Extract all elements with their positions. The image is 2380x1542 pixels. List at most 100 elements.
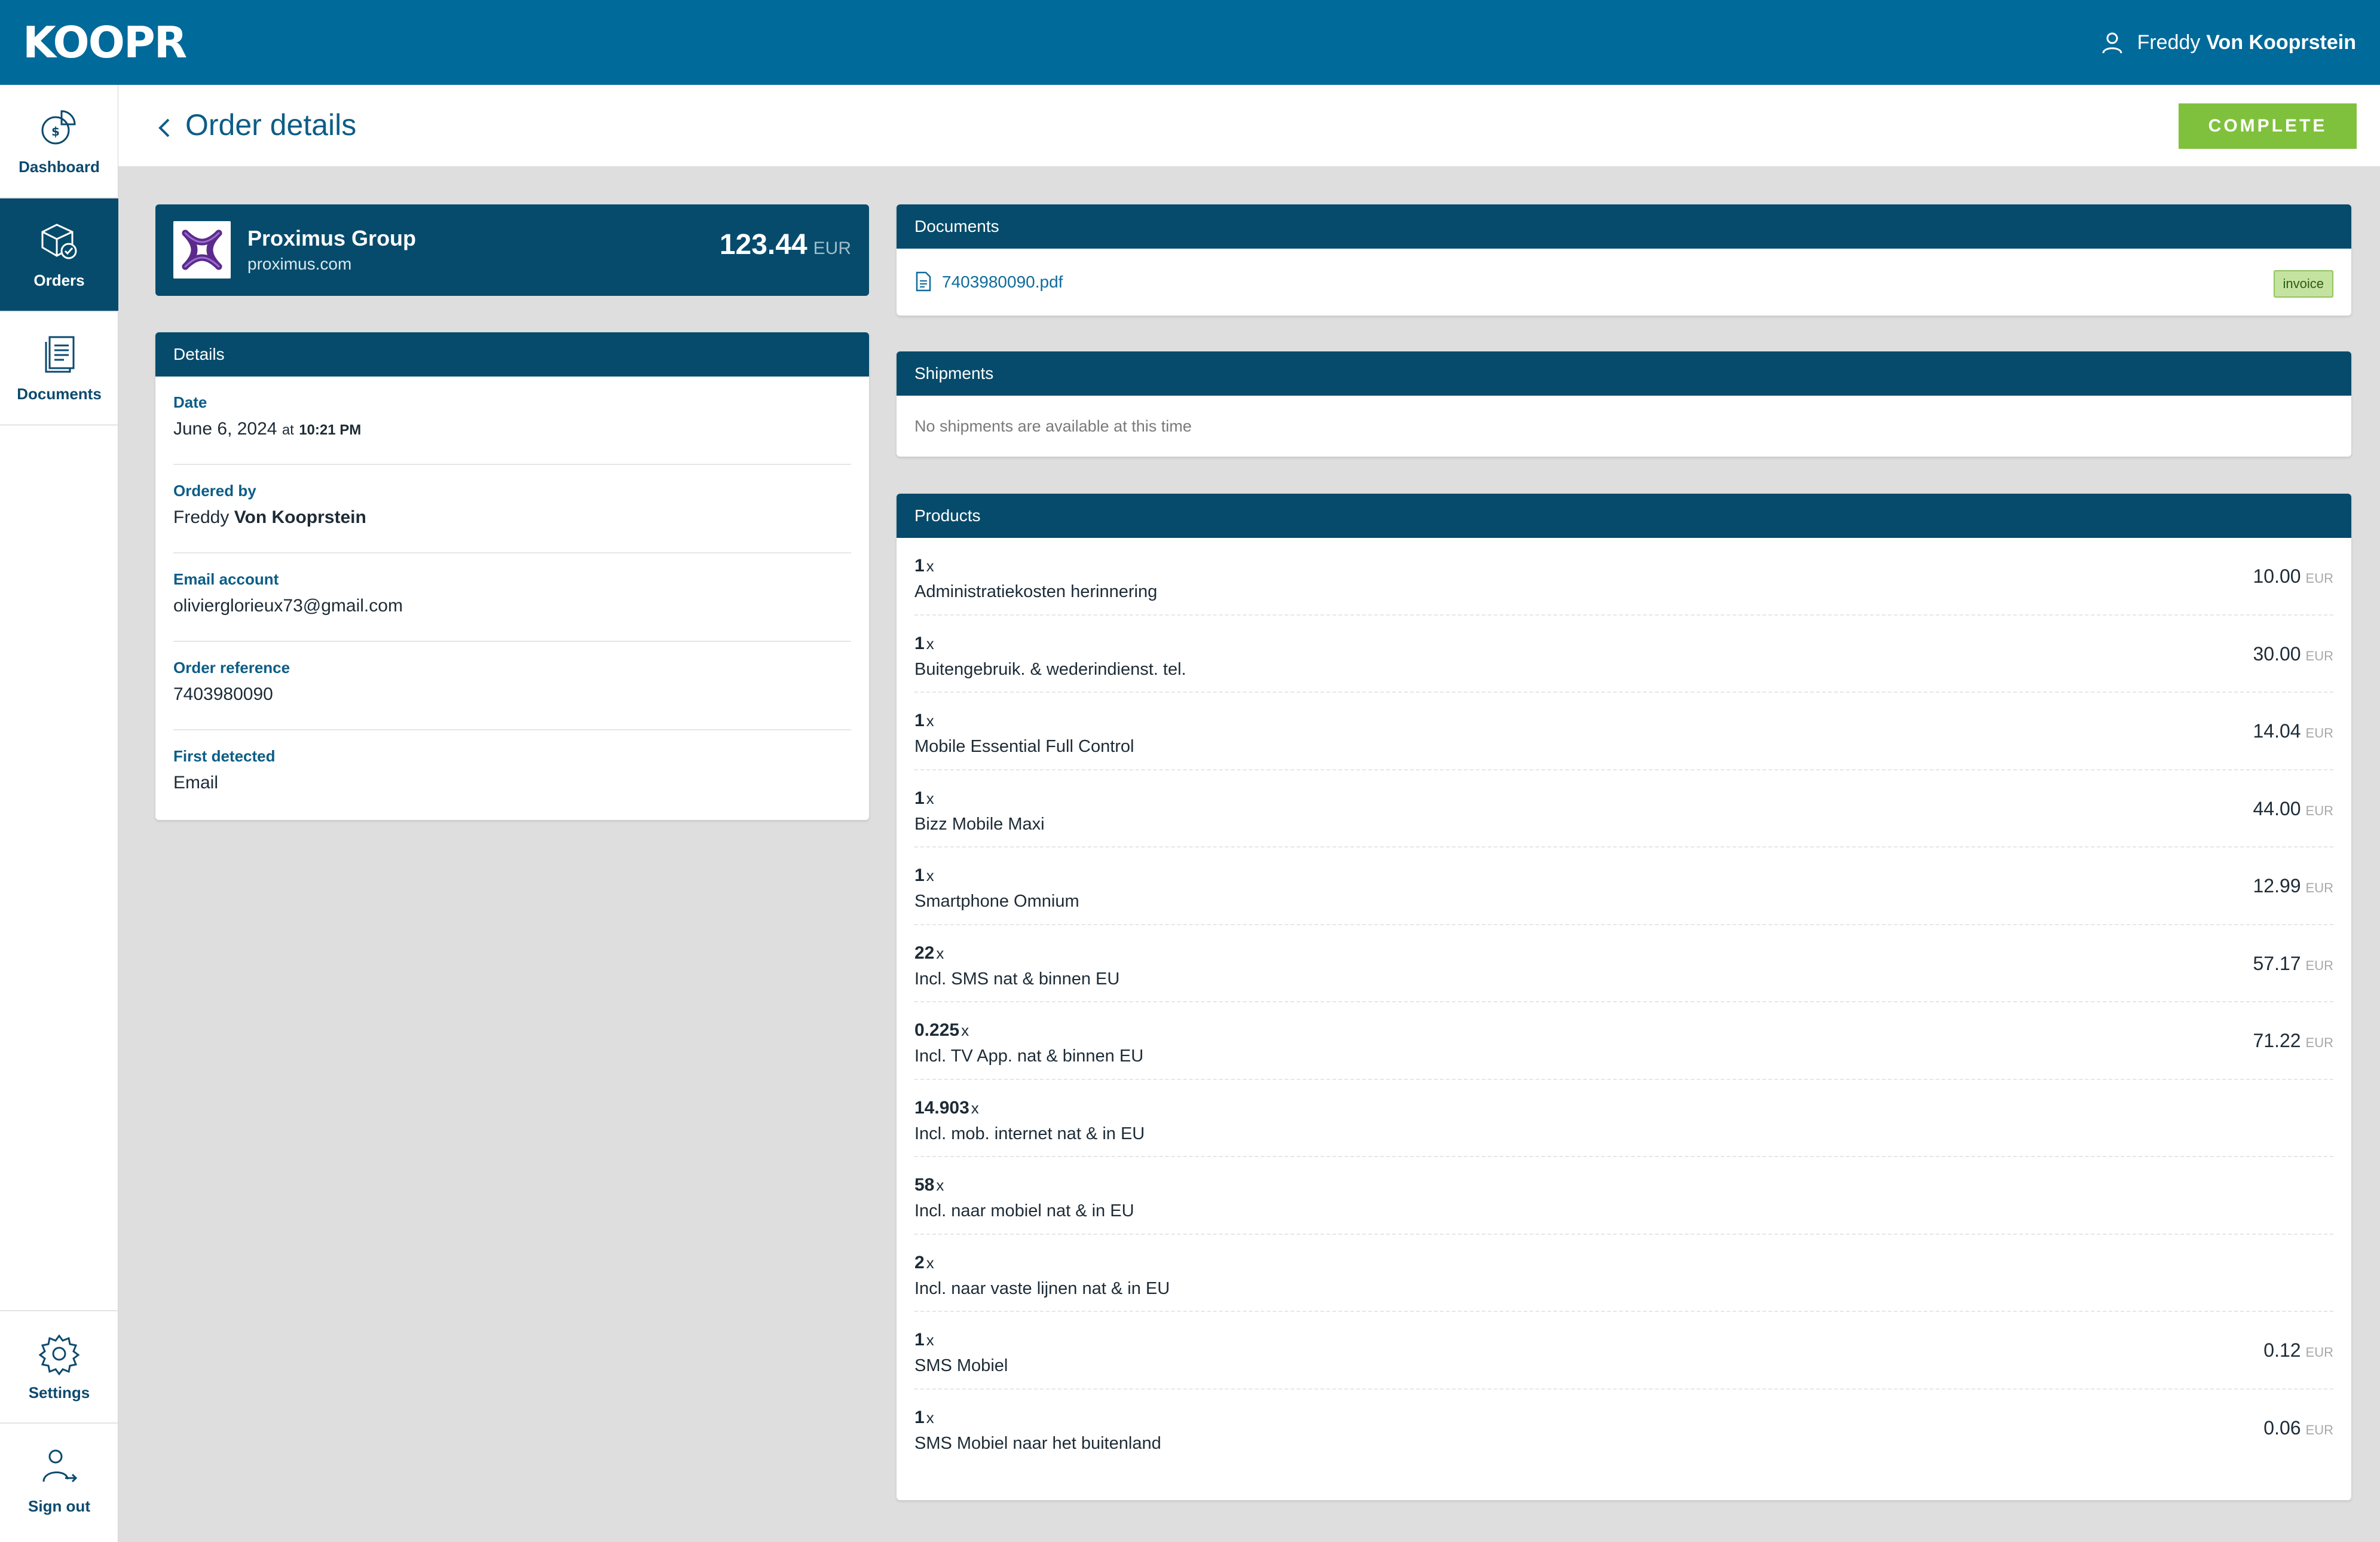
product-price: 12.99 EUR xyxy=(2253,875,2333,897)
user-first-name: Freddy xyxy=(2137,30,2201,54)
merchant-logo xyxy=(173,221,231,279)
qty-suffix: x xyxy=(936,1176,944,1194)
product-quantity: 2x xyxy=(914,1253,934,1273)
app-logo[interactable]: KOOPR xyxy=(23,17,187,68)
price-value: 30.00 xyxy=(2253,642,2301,665)
product-row: 22 x Incl. SMS nat & binnen EU 57.17 EUR xyxy=(914,925,2333,1002)
qty-value: 58 xyxy=(914,1175,935,1195)
sidebar-item-label: Orders xyxy=(33,271,85,289)
qty-value: 1 xyxy=(914,633,925,653)
price-currency: EUR xyxy=(2305,726,2333,741)
product-price: 14.04 EUR xyxy=(2253,720,2333,742)
product-row: 1x SMS Mobiel naar het buitenland 0.06 EU… xyxy=(914,1390,2333,1467)
shipments-card: Shipments No shipments are available at … xyxy=(897,351,2351,457)
product-row: 1x SMS Mobiel 0.12 EUR xyxy=(914,1312,2333,1390)
qty-suffix: x xyxy=(961,1021,969,1039)
product-name: SMS Mobiel naar het buitenland xyxy=(914,1433,1161,1453)
product-name: Incl. mob. internet nat & in EU xyxy=(914,1124,1145,1143)
order-reference-field: Order reference 7403980090 xyxy=(173,642,851,730)
price-currency: EUR xyxy=(2305,803,2333,818)
ordered-by-first: Freddy xyxy=(173,507,230,527)
product-quantity: 1x xyxy=(914,1408,934,1428)
documents-title: Documents xyxy=(897,204,2351,249)
price-currency: EUR xyxy=(2305,1345,2333,1360)
sidebar-item-dashboard[interactable]: $ Dashboard xyxy=(0,85,118,198)
merchant-domain[interactable]: proximus.com xyxy=(247,255,351,274)
qty-value: 0.225 xyxy=(914,1020,960,1040)
dashboard-icon: $ xyxy=(41,109,76,144)
user-menu[interactable]: Freddy Von Kooprstein xyxy=(2100,30,2356,54)
qty-value: 14.903 xyxy=(914,1097,969,1118)
product-quantity: 0.225 x xyxy=(914,1020,969,1041)
product-quantity: 1x xyxy=(914,865,934,886)
qty-suffix: x xyxy=(926,634,934,653)
product-name: Bizz Mobile Maxi xyxy=(914,814,1045,834)
qty-value: 1 xyxy=(914,865,925,885)
details-card: Details Date June 6, 2024 at 10:21 PM Or… xyxy=(155,332,869,820)
price-value: 10.00 xyxy=(2253,565,2301,587)
document-link[interactable]: 7403980090.pdf xyxy=(942,273,1063,292)
product-price: 57.17 EUR xyxy=(2253,953,2333,975)
order-reference-value: 7403980090 xyxy=(173,684,273,704)
sidebar-item-label: Sign out xyxy=(28,1497,90,1515)
qty-suffix: x xyxy=(926,557,934,575)
user-last-name: Von Kooprstein xyxy=(2206,30,2356,54)
ordered-by-label: Ordered by xyxy=(173,482,256,500)
product-row: 14.903 x Incl. mob. internet nat & in EU xyxy=(914,1080,2333,1157)
price-currency: EUR xyxy=(2305,1035,2333,1050)
merchant-name: Proximus Group xyxy=(247,226,417,250)
price-currency: EUR xyxy=(2305,880,2333,895)
price-value: 14.04 xyxy=(2253,720,2301,742)
product-name: SMS Mobiel xyxy=(914,1356,1008,1375)
product-row: 1x Mobile Essential Full Control 14.04 EU… xyxy=(914,693,2333,770)
product-quantity: 22 x xyxy=(914,943,944,963)
product-price: 71.22 EUR xyxy=(2253,1030,2333,1052)
documents-icon xyxy=(45,336,75,372)
qty-value: 22 xyxy=(914,943,935,963)
qty-value: 2 xyxy=(914,1252,925,1272)
document-type-badge: invoice xyxy=(2273,270,2333,298)
details-title: Details xyxy=(155,332,869,377)
product-name: Smartphone Omnium xyxy=(914,892,1079,911)
complete-button[interactable]: COMPLETE xyxy=(2179,103,2357,149)
sidebar-item-orders[interactable]: Orders xyxy=(0,198,118,312)
shipments-empty-text: No shipments are available at this time xyxy=(914,417,1192,435)
user-icon xyxy=(2102,32,2122,54)
date-value: June 6, 2024 at 10:21 PM xyxy=(173,419,851,439)
product-quantity: 14.903 x xyxy=(914,1098,979,1118)
document-row[interactable]: 7403980090.pdf invoice xyxy=(897,249,2351,316)
date-field: Date June 6, 2024 at 10:21 PM xyxy=(173,377,851,465)
chevron-left-icon[interactable] xyxy=(155,116,172,140)
proximus-logo-icon xyxy=(173,221,231,279)
product-quantity: 58 x xyxy=(914,1175,944,1195)
product-row: 0.225 x Incl. TV App. nat & binnen EU 71.… xyxy=(914,1002,2333,1080)
email-account-label: Email account xyxy=(173,570,279,588)
qty-suffix: x xyxy=(926,1408,934,1427)
sidebar-item-settings[interactable]: Settings xyxy=(0,1310,118,1424)
qty-value: 1 xyxy=(914,1407,925,1427)
qty-value: 1 xyxy=(914,1330,925,1350)
product-row: 1x Administratiekosten herinnering 10.00… xyxy=(914,538,2333,616)
gear-icon xyxy=(38,1334,80,1375)
qty-suffix: x xyxy=(936,944,944,962)
qty-value: 1 xyxy=(914,788,925,808)
top-bar: KOOPR Freddy Von Kooprstein xyxy=(0,0,2380,85)
product-quantity: 1x xyxy=(914,711,934,731)
product-quantity: 1x xyxy=(914,1330,934,1350)
price-value: 0.12 xyxy=(2263,1339,2301,1361)
price-value: 0.06 xyxy=(2263,1416,2301,1439)
merchant-summary-card: Proximus Group proximus.com 123.44 EUR xyxy=(155,204,869,296)
page-header: Order details COMPLETE xyxy=(118,85,2380,167)
sidebar-item-documents[interactable]: Documents xyxy=(0,312,118,426)
svg-text:$: $ xyxy=(51,124,60,139)
shipments-title: Shipments xyxy=(897,351,2351,396)
sidebar-item-sign-out[interactable]: Sign out xyxy=(0,1424,118,1537)
product-price: 0.06 EUR xyxy=(2263,1417,2333,1439)
price-currency: EUR xyxy=(2305,957,2333,973)
product-name: Incl. naar vaste lijnen nat & in EU xyxy=(914,1278,1170,1298)
price-value: 44.00 xyxy=(2253,797,2301,819)
product-name: Incl. naar mobiel nat & in EU xyxy=(914,1201,1134,1220)
first-detected-label: First detected xyxy=(173,747,276,765)
ordered-by-last: Von Kooprstein xyxy=(234,507,366,527)
product-name: Incl. TV App. nat & binnen EU xyxy=(914,1047,1144,1066)
